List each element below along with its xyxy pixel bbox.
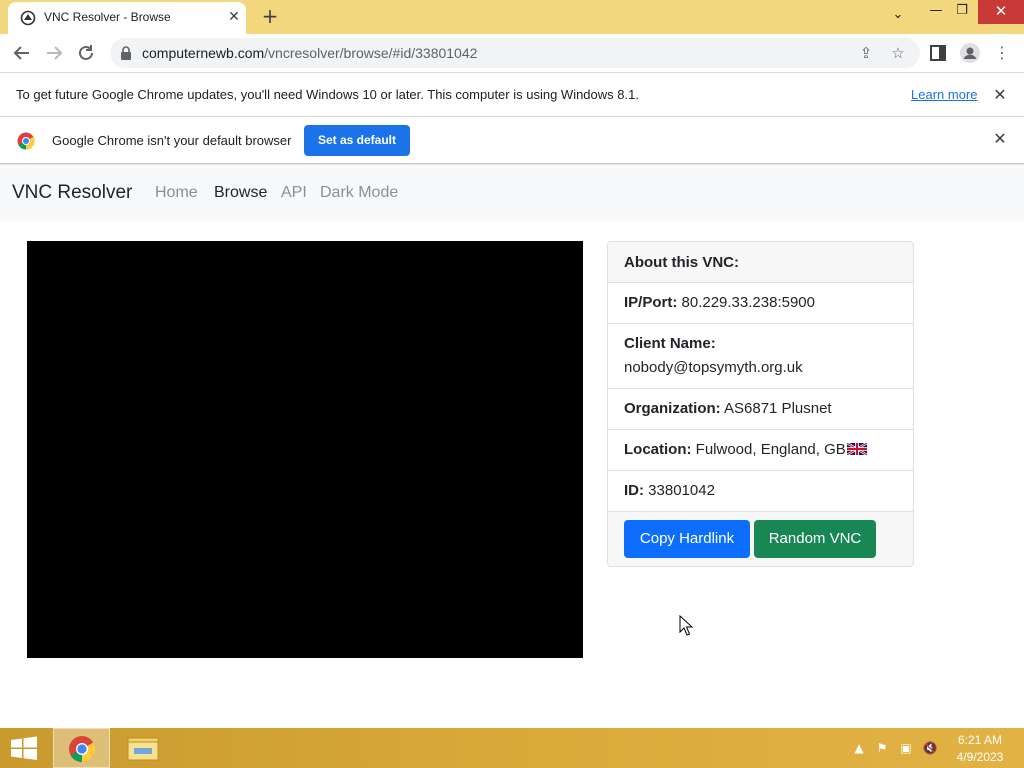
location-label: Location: — [624, 441, 692, 458]
menu-kebab-icon[interactable]: ⋮ — [990, 41, 1014, 65]
close-icon[interactable]: ✕ — [990, 85, 1010, 105]
copy-hardlink-button[interactable]: Copy Hardlink — [624, 520, 750, 558]
taskbar-file-explorer-button[interactable] — [116, 728, 170, 768]
url-text[interactable]: computernewb.com/vncresolver/browse/#id/… — [142, 45, 477, 61]
update-infobar-text: To get future Google Chrome updates, you… — [16, 87, 639, 102]
ip-port-row: IP/Port: 80.229.33.238:5900 — [608, 283, 913, 324]
taskbar-chrome-button[interactable] — [53, 728, 110, 768]
show-hidden-icons-icon[interactable]: ▲ — [850, 740, 868, 756]
profile-avatar-icon[interactable] — [958, 41, 982, 65]
browser-toolbar: computernewb.com/vncresolver/browse/#id/… — [0, 34, 1024, 72]
new-tab-icon[interactable]: + — [258, 5, 282, 29]
nav-home[interactable]: Home — [155, 184, 198, 202]
windows-taskbar: ▲ ⚑ ▣ 🔇 6:21 AM 4/9/2023 — [0, 728, 1024, 768]
ip-port-value: 80.229.33.238:5900 — [681, 294, 815, 311]
restore-icon[interactable]: ❐ — [946, 0, 978, 24]
volume-muted-icon[interactable]: 🔇 — [921, 740, 939, 756]
default-browser-infobar: Google Chrome isn't your default browser… — [0, 116, 1024, 164]
nav-browse[interactable]: Browse — [214, 184, 267, 202]
nav-dark-mode[interactable]: Dark Mode — [320, 184, 398, 202]
windows-logo-icon — [11, 736, 37, 760]
mouse-cursor-icon — [679, 615, 693, 636]
tab-strip: VNC Resolver - Browse ✕ + ⌄ — ❐ ✕ — [0, 0, 1024, 34]
url-host: computernewb.com — [142, 45, 265, 61]
browser-tab[interactable]: VNC Resolver - Browse ✕ — [8, 2, 246, 34]
address-bar[interactable]: computernewb.com/vncresolver/browse/#id/… — [110, 38, 920, 68]
location-row: Location: Fulwood, England, GB — [608, 430, 913, 471]
default-browser-text: Google Chrome isn't your default browser — [52, 133, 292, 148]
clock-date[interactable]: 4/9/2023 — [952, 750, 1008, 764]
window-close-icon[interactable]: ✕ — [978, 0, 1024, 24]
location-value: Fulwood, England, GB — [695, 441, 846, 458]
card-footer: Copy Hardlink Random VNC — [608, 512, 913, 566]
organization-row: Organization: AS6871 Plusnet — [608, 389, 913, 430]
reload-icon[interactable] — [74, 41, 98, 65]
share-icon[interactable]: ⇪ — [856, 43, 876, 63]
client-name-row: Client Name: nobody@topsymyth.org.uk — [608, 324, 913, 389]
id-value: 33801042 — [648, 482, 715, 499]
card-header: About this VNC: — [608, 242, 913, 283]
uk-flag-icon — [846, 443, 867, 455]
card-title: About this VNC: — [624, 254, 739, 271]
client-name-value: nobody@topsymyth.org.uk — [624, 359, 803, 376]
vnc-screenshot — [27, 241, 583, 658]
set-as-default-button[interactable]: Set as default — [304, 125, 410, 156]
nav-api[interactable]: API — [281, 184, 307, 202]
learn-more-link[interactable]: Learn more — [911, 87, 977, 102]
start-button[interactable] — [0, 728, 48, 768]
site-navbar: VNC Resolver Home Browse API Dark Mode — [0, 165, 1024, 221]
chrome-icon — [69, 736, 96, 763]
lock-icon[interactable] — [120, 46, 132, 60]
back-icon[interactable] — [10, 41, 34, 65]
bookmark-star-icon[interactable]: ☆ — [888, 43, 908, 63]
side-panel-icon[interactable] — [926, 41, 950, 65]
organization-label: Organization: — [624, 400, 721, 417]
action-center-flag-icon[interactable]: ⚑ — [873, 740, 891, 756]
update-infobar: To get future Google Chrome updates, you… — [0, 72, 1024, 116]
url-path: /vncresolver/browse/#id/33801042 — [264, 45, 478, 61]
clock-time[interactable]: 6:21 AM — [952, 733, 1008, 747]
organization-value: AS6871 Plusnet — [724, 400, 832, 417]
tab-title: VNC Resolver - Browse — [44, 10, 171, 24]
id-row: ID: 33801042 — [608, 471, 913, 512]
vnc-details-card: About this VNC: IP/Port: 80.229.33.238:5… — [607, 241, 914, 567]
ip-port-label: IP/Port: — [624, 294, 678, 311]
client-name-label: Client Name: — [624, 335, 716, 352]
tab-close-icon[interactable]: ✕ — [226, 9, 242, 25]
tab-search-icon[interactable]: ⌄ — [882, 4, 914, 28]
folder-icon — [127, 737, 159, 761]
chrome-logo-icon — [17, 132, 35, 150]
random-vnc-button[interactable]: Random VNC — [754, 520, 876, 558]
id-label: ID: — [624, 482, 644, 499]
close-icon[interactable]: ✕ — [990, 129, 1010, 149]
forward-icon[interactable] — [42, 41, 66, 65]
network-icon[interactable]: ▣ — [897, 740, 915, 756]
vnc-resolver-favicon-icon — [20, 10, 36, 26]
site-brand[interactable]: VNC Resolver — [12, 182, 132, 204]
